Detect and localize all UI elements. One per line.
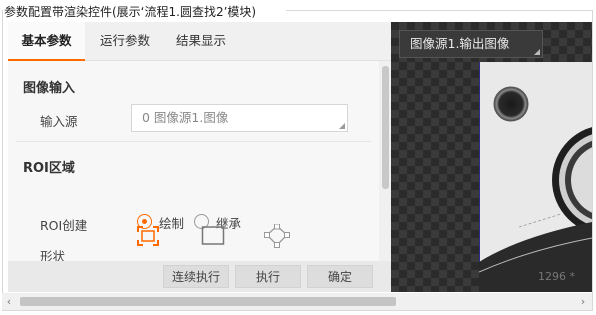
polygon-roi-icon[interactable] bbox=[264, 223, 290, 248]
input-source-select[interactable]: 0 图像源1.图像 bbox=[131, 104, 348, 132]
vertical-scroll-thumb[interactable] bbox=[382, 66, 389, 189]
rectangle-outline-icon[interactable] bbox=[201, 225, 225, 247]
radio-draw-label[interactable]: 绘制 bbox=[159, 213, 184, 232]
input-source-label: 输入源 bbox=[40, 114, 78, 129]
config-window: 参数配置带渲染控件(展示‘流程1.圆查找2’模块) 基本参数 运行参数 结果显示… bbox=[0, 0, 596, 315]
tab-result-display[interactable]: 结果显示 bbox=[166, 22, 236, 60]
tab-basic-params[interactable]: 基本参数 bbox=[8, 22, 85, 61]
section-image-input: 图像输入 bbox=[23, 81, 76, 96]
image-viewer[interactable]: 图像源1.输出图像 1296 * bbox=[391, 22, 592, 292]
resize-corner-icon bbox=[534, 49, 540, 55]
roi-create-label: ROI创建 bbox=[40, 218, 88, 233]
section-roi: ROI区域 bbox=[23, 161, 75, 176]
action-button-bar: 连续执行 执行 确定 bbox=[8, 261, 391, 292]
section-divider bbox=[16, 141, 371, 142]
execute-button[interactable]: 执行 bbox=[235, 265, 301, 288]
rectangle-roi-icon[interactable] bbox=[136, 225, 160, 247]
scroll-left-arrow-icon[interactable]: ‹ bbox=[2, 293, 16, 310]
camera-image bbox=[479, 62, 592, 292]
pixel-info: 1296 * bbox=[538, 270, 575, 283]
tab-bar: 基本参数 运行参数 结果显示 bbox=[8, 22, 391, 61]
params-vertical-scrollbar[interactable] bbox=[379, 61, 391, 261]
horizontal-scroll-thumb[interactable] bbox=[20, 297, 396, 306]
viewer-source-value: 图像源1.输出图像 bbox=[410, 36, 510, 51]
viewer-source-select[interactable]: 图像源1.输出图像 bbox=[399, 30, 543, 58]
horizontal-scrollbar[interactable]: ‹ › bbox=[2, 293, 592, 310]
params-content: 图像输入 输入源 0 图像源1.图像 ROI区域 ROI创建 bbox=[8, 61, 379, 261]
confirm-button[interactable]: 确定 bbox=[307, 265, 373, 288]
continuous-run-button[interactable]: 连续执行 bbox=[163, 265, 229, 288]
input-source-value: 0 图像源1.图像 bbox=[142, 110, 229, 125]
tab-run-params[interactable]: 运行参数 bbox=[90, 22, 160, 60]
parameter-panel: 基本参数 运行参数 结果显示 图像输入 输入源 0 图像源1.图像 ROI区域 … bbox=[8, 22, 391, 292]
scroll-right-arrow-icon[interactable]: › bbox=[576, 293, 590, 310]
resize-corner-icon bbox=[339, 123, 345, 129]
